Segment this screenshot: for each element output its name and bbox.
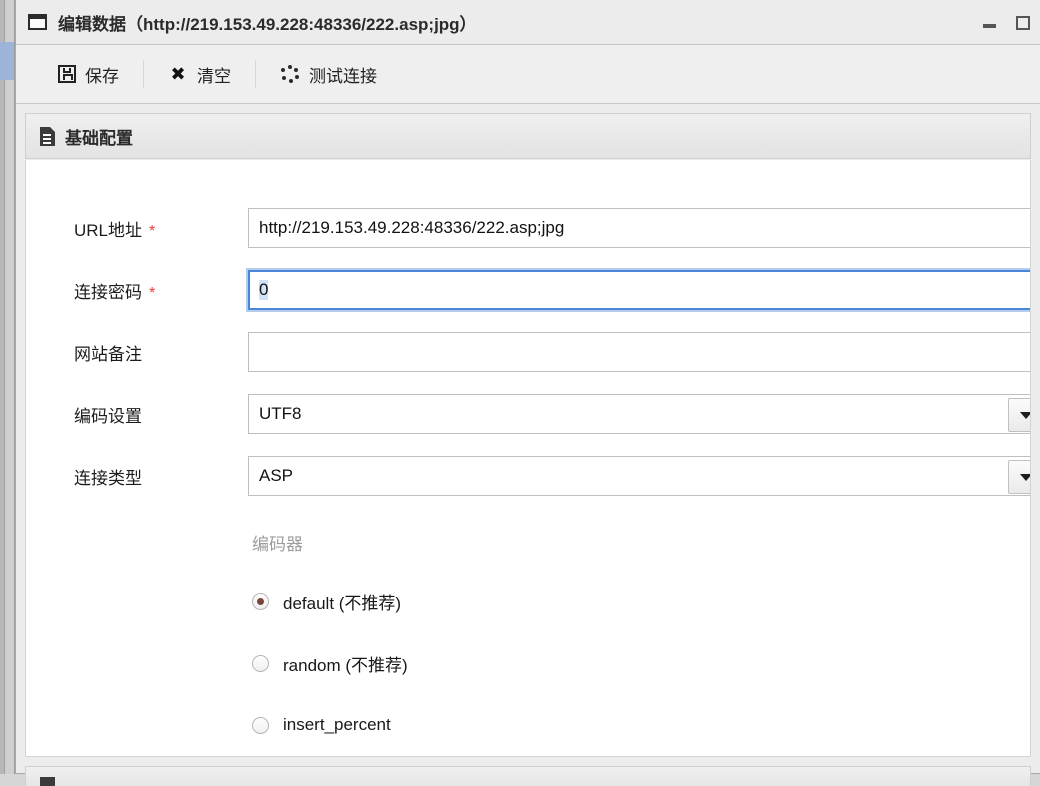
- toolbar-separator: [143, 60, 144, 88]
- connection-type-field-label: 连接类型: [74, 464, 244, 489]
- window-controls: [972, 0, 1040, 45]
- connection-type-field-label-text: 连接类型: [74, 468, 142, 488]
- url-field-label: URL地址 *: [74, 216, 244, 241]
- test-connection-button[interactable]: 测试连接: [264, 54, 393, 94]
- form-row: URL地址 * http://219.153.49.228:48336/222.a…: [26, 208, 1030, 248]
- encoder-option-random-label: random (不推荐): [283, 655, 408, 675]
- spinner-dots-icon: [280, 64, 300, 84]
- password-field-label: 连接密码 *: [74, 278, 244, 303]
- encoder-option-insert-percent-label: insert_percent: [283, 715, 391, 734]
- basic-config-form-panel: URL地址 * http://219.153.49.228:48336/222.a…: [25, 160, 1031, 757]
- minimize-button[interactable]: [972, 0, 1006, 45]
- document-icon: [40, 126, 55, 146]
- connection-type-select[interactable]: ASP: [248, 456, 1030, 496]
- chevron-down-icon: [1019, 473, 1030, 481]
- radio-icon[interactable]: [252, 654, 269, 672]
- site-remark-input[interactable]: [248, 332, 1030, 372]
- save-button[interactable]: 保存: [42, 54, 135, 94]
- url-input-value: http://219.153.49.228:48336/222.asp;jpg: [259, 218, 565, 237]
- connection-type-select-dropdown-button[interactable]: [1008, 460, 1030, 494]
- maximize-button[interactable]: [1006, 0, 1040, 45]
- background-list-item-selected[interactable]: [0, 42, 14, 80]
- encoder-option-insert-percent[interactable]: insert_percent: [252, 711, 391, 739]
- dialog-titlebar[interactable]: 编辑数据（http://219.153.49.228:48336/222.asp…: [16, 0, 1040, 45]
- url-field-label-text: URL地址: [74, 220, 143, 240]
- encoding-select[interactable]: UTF8: [248, 394, 1030, 434]
- dialog-title: 编辑数据（http://219.153.49.228:48336/222.asp…: [58, 14, 477, 34]
- site-remark-field-label-text: 网站备注: [74, 344, 142, 364]
- encoding-field-label: 编码设置: [74, 402, 244, 427]
- dialog-toolbar: 保存 ✖ 清空 测试连接: [16, 45, 1040, 104]
- minimize-icon: [982, 23, 996, 28]
- form-row: 连接类型 ASP: [26, 456, 1030, 496]
- save-button-label: 保存: [85, 66, 119, 86]
- test-connection-button-label: 测试连接: [309, 66, 377, 86]
- encoder-option-random[interactable]: random (不推荐): [252, 649, 408, 677]
- edit-data-dialog: 编辑数据（http://219.153.49.228:48336/222.asp…: [15, 0, 1040, 786]
- basic-config-section-header: 基础配置: [25, 113, 1031, 159]
- background-window-gutter: [0, 0, 5, 774]
- password-field-label-text: 连接密码: [74, 282, 142, 302]
- window-icon: [28, 14, 47, 30]
- clear-button-label: 清空: [197, 66, 231, 86]
- connection-password-input-value: 0: [259, 280, 269, 300]
- connection-password-input[interactable]: 0: [248, 270, 1030, 310]
- required-marker: *: [149, 222, 156, 240]
- document-icon: [40, 777, 55, 786]
- basic-config-section-title: 基础配置: [65, 128, 133, 148]
- close-x-icon: ✖: [170, 64, 186, 84]
- form-row: 连接密码 * 0: [26, 270, 1030, 310]
- encoding-field-label-text: 编码设置: [74, 406, 142, 426]
- toolbar-separator: [255, 60, 256, 88]
- url-input[interactable]: http://219.153.49.228:48336/222.asp;jpg: [248, 208, 1030, 248]
- encoding-select-value: UTF8: [259, 404, 302, 423]
- maximize-icon: [1016, 15, 1030, 30]
- form-row: 网站备注: [26, 332, 1030, 372]
- chevron-down-icon: [1019, 411, 1030, 419]
- floppy-disk-icon: [58, 65, 76, 83]
- form-row: 编码设置 UTF8: [26, 394, 1030, 434]
- encoding-select-dropdown-button[interactable]: [1008, 398, 1030, 432]
- encoder-option-default-label: default (不推荐): [283, 593, 402, 613]
- radio-icon-selected[interactable]: [252, 592, 269, 610]
- next-section-header-clipped: [25, 766, 1031, 786]
- site-remark-field-label: 网站备注: [74, 340, 244, 365]
- clear-button[interactable]: ✖ 清空: [152, 54, 247, 94]
- connection-type-select-value: ASP: [259, 466, 294, 485]
- radio-icon[interactable]: [252, 716, 269, 734]
- encoder-group-title: 编码器: [252, 535, 303, 554]
- required-marker: *: [149, 284, 156, 302]
- background-window-sliver[interactable]: [0, 0, 15, 774]
- encoder-option-default[interactable]: default (不推荐): [252, 587, 401, 615]
